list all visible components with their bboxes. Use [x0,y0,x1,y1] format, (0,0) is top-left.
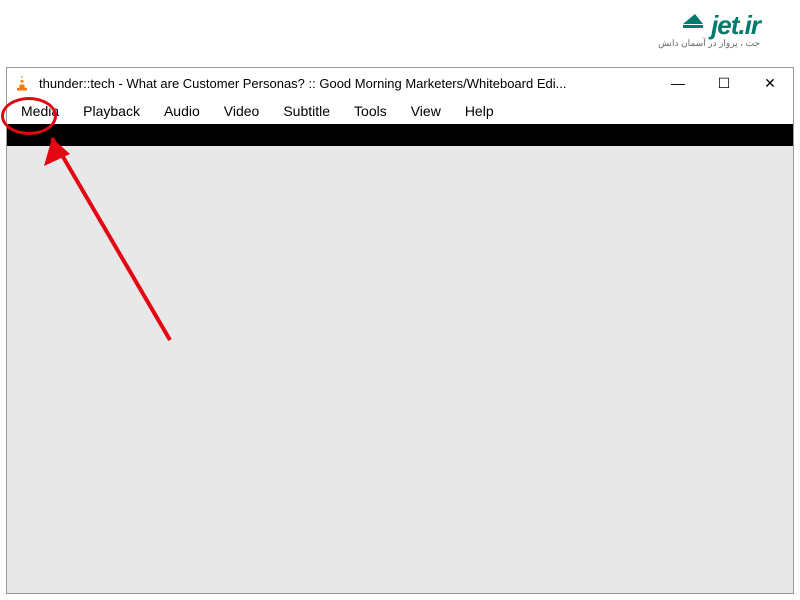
minimize-button[interactable]: — [655,68,701,98]
maximize-button[interactable]: ☐ [701,68,747,98]
window-controls: — ☐ ✕ [655,68,793,98]
menu-video[interactable]: Video [212,100,272,122]
jet-arrow-icon [681,8,711,39]
close-button[interactable]: ✕ [747,68,793,98]
video-area [7,146,793,593]
menu-media[interactable]: Media [9,100,71,122]
menu-audio[interactable]: Audio [152,100,212,122]
menubar: Media Playback Audio Video Subtitle Tool… [7,98,793,124]
menu-tools[interactable]: Tools [342,100,399,122]
titlebar: thunder::tech - What are Customer Person… [7,68,793,98]
menu-view[interactable]: View [399,100,453,122]
brand-logo: jet.ir جت ، پرواز در آسمان دانش [658,10,760,49]
brand-tagline: جت ، پرواز در آسمان دانش [658,38,760,49]
vlc-window: thunder::tech - What are Customer Person… [6,67,794,594]
menu-help[interactable]: Help [453,100,506,122]
brand-name: jet.ir [658,10,760,41]
menu-playback[interactable]: Playback [71,100,152,122]
vlc-cone-icon [13,74,31,92]
toolbar-blackbar [7,124,793,146]
window-title: thunder::tech - What are Customer Person… [39,76,655,91]
menu-subtitle[interactable]: Subtitle [271,100,342,122]
